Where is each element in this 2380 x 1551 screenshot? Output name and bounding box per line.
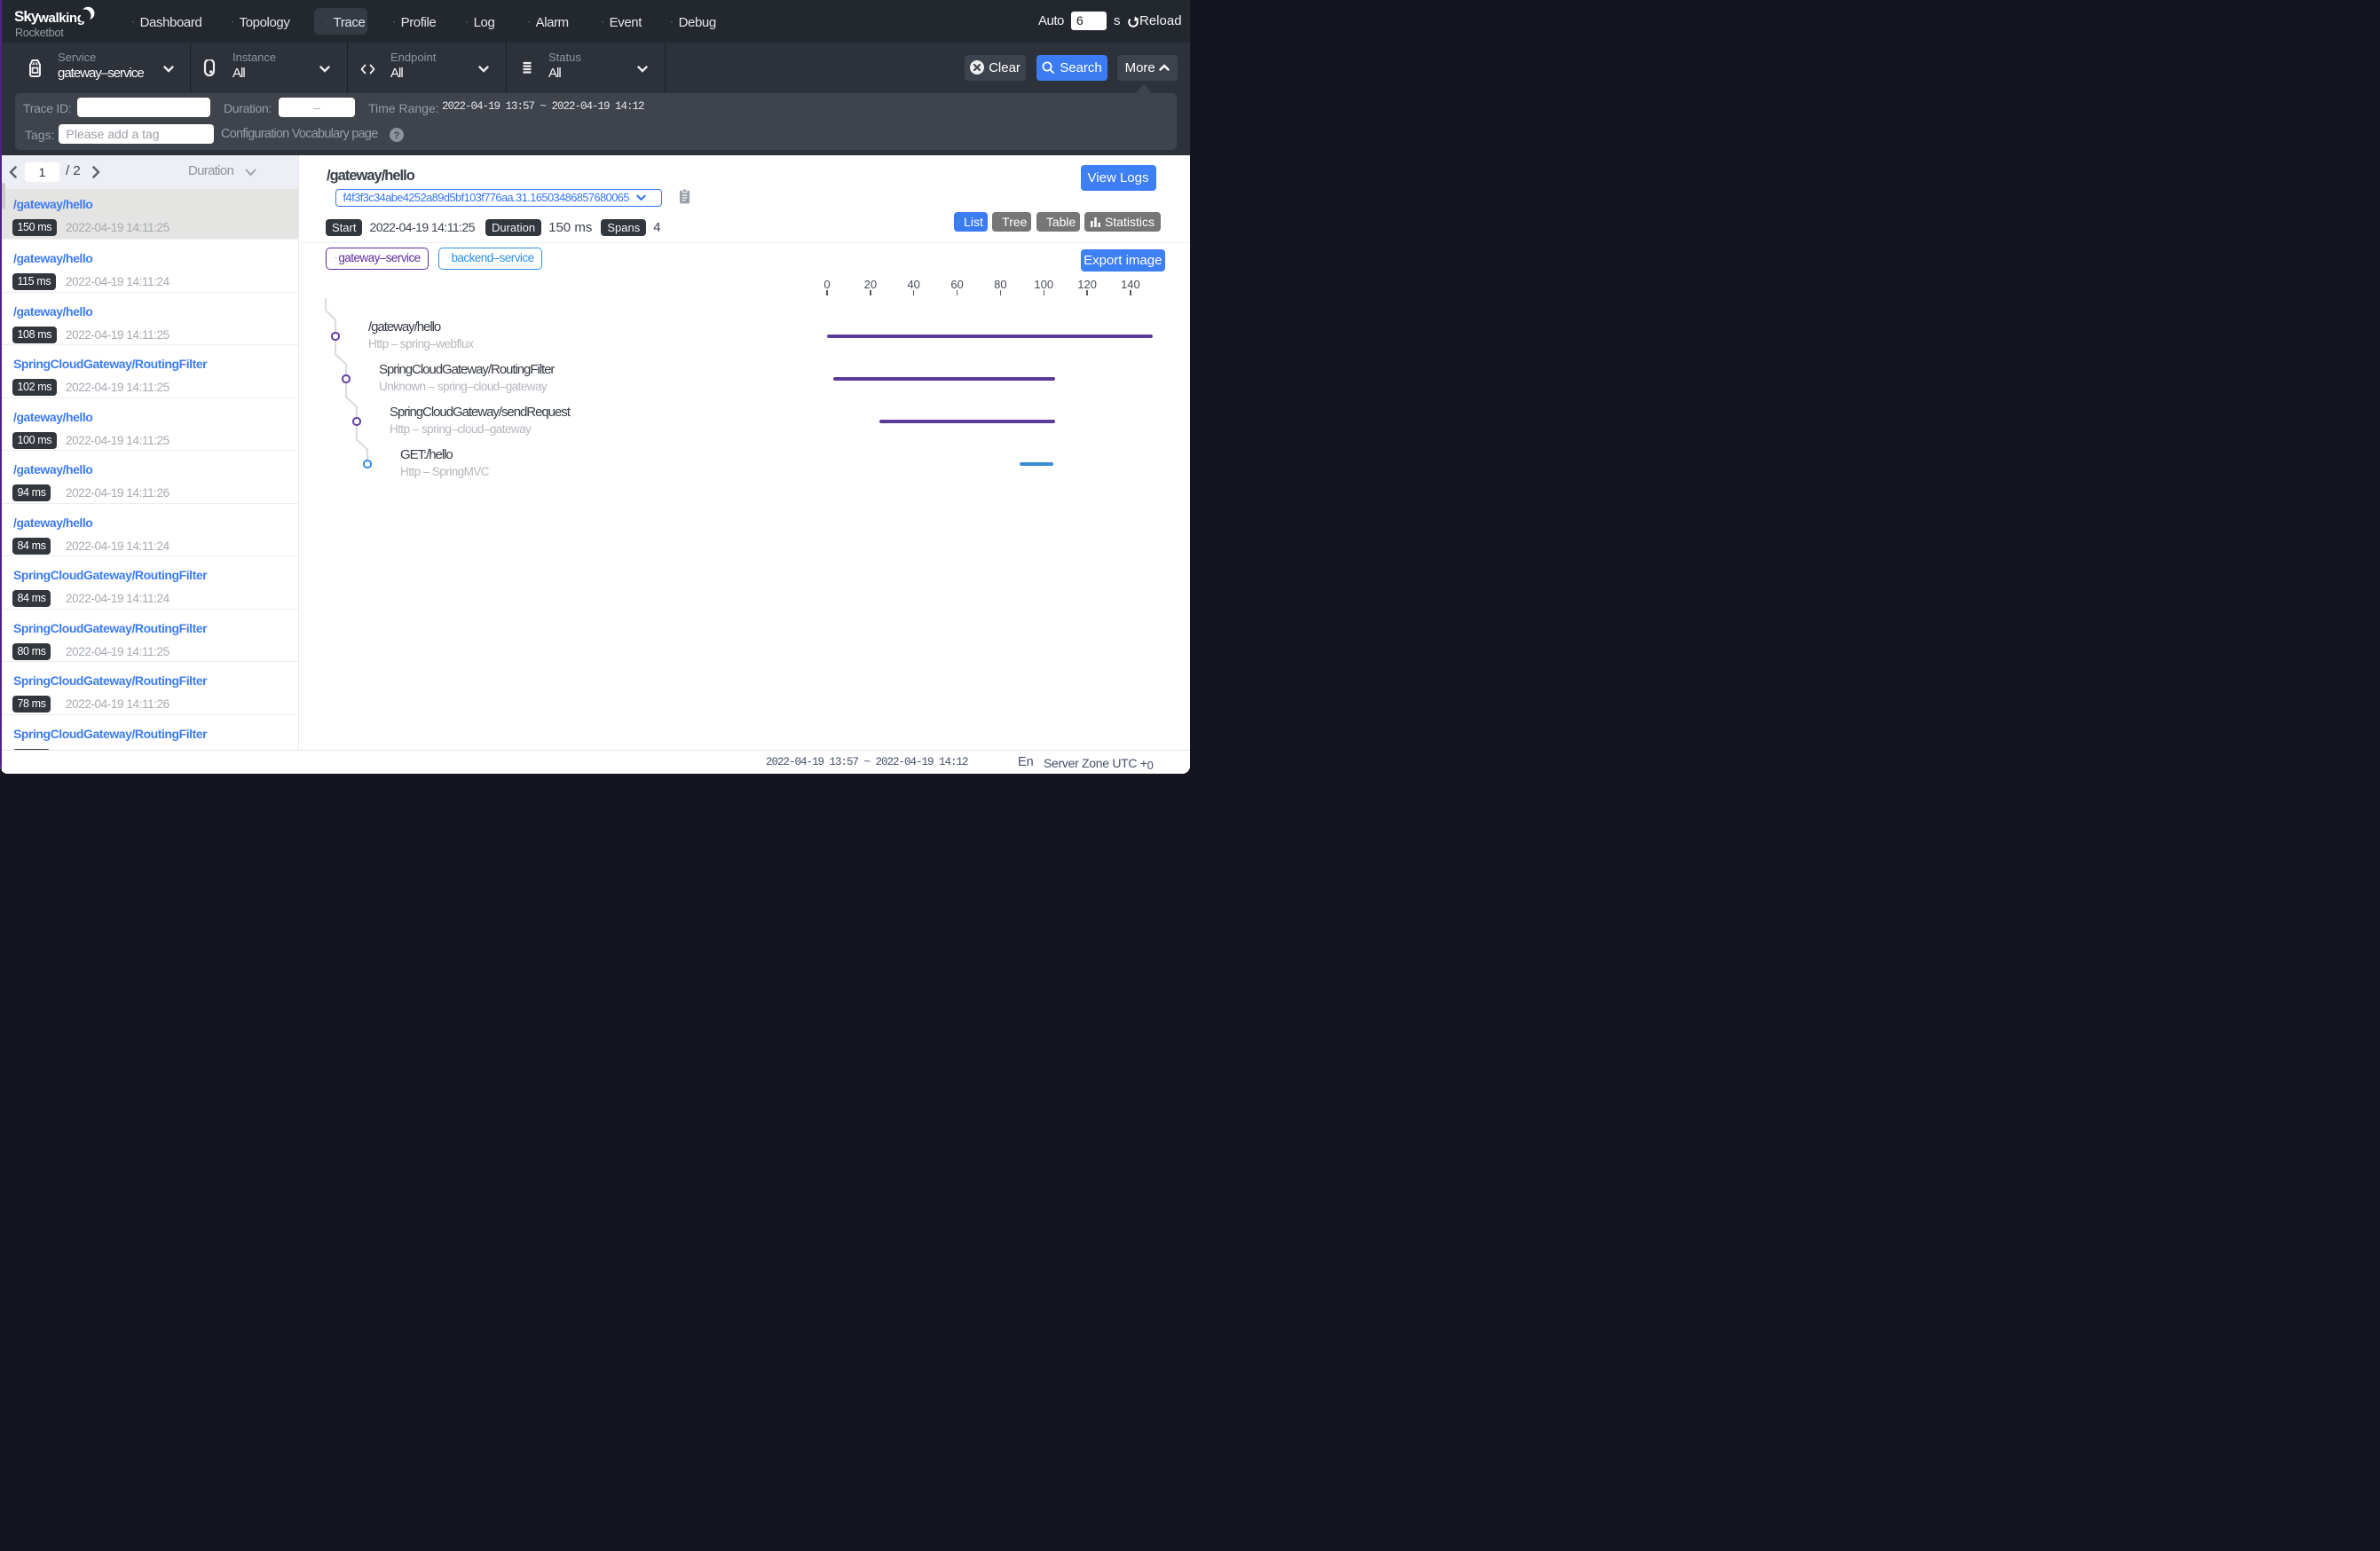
- svg-text:?: ?: [394, 130, 400, 141]
